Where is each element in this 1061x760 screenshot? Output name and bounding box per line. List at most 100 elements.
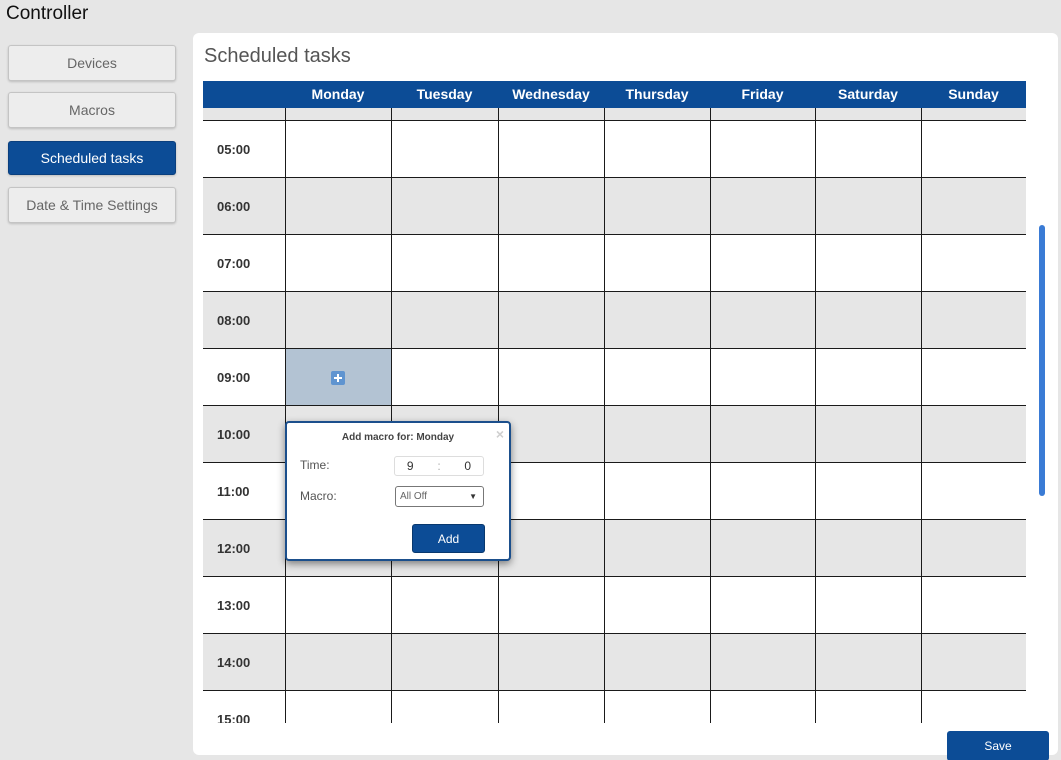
schedule-cell-tuesday[interactable]	[391, 691, 498, 723]
schedule-cell-wednesday[interactable]	[498, 577, 604, 633]
schedule-cell-wednesday[interactable]	[498, 349, 604, 405]
schedule-cell-wednesday[interactable]	[498, 121, 604, 177]
schedule-cell-sunday[interactable]	[921, 121, 1026, 177]
schedule-cell-wednesday[interactable]	[498, 406, 604, 462]
plus-icon[interactable]	[331, 371, 345, 385]
schedule-cell-saturday[interactable]	[815, 121, 921, 177]
schedule-cell-saturday[interactable]	[815, 292, 921, 348]
schedule-cell-sunday[interactable]	[921, 406, 1026, 462]
schedule-cell-thursday[interactable]	[604, 520, 710, 576]
schedule-cell-saturday[interactable]	[815, 520, 921, 576]
schedule-cell-tuesday[interactable]	[391, 577, 498, 633]
schedule-cell-tuesday[interactable]	[391, 235, 498, 291]
schedule-cell-monday[interactable]	[285, 634, 391, 690]
day-header-monday: Monday	[311, 86, 365, 102]
schedule-cell-saturday[interactable]	[815, 235, 921, 291]
schedule-cell-sunday[interactable]	[921, 463, 1026, 519]
day-header-tuesday: Tuesday	[416, 86, 473, 102]
schedule-header: Monday Tuesday Wednesday Thursday Friday…	[203, 81, 1026, 108]
chevron-down-icon: ▼	[469, 492, 477, 501]
schedule-cell-thursday[interactable]	[604, 634, 710, 690]
schedule-cell-sunday[interactable]	[921, 349, 1026, 405]
schedule-cell-monday[interactable]	[285, 235, 391, 291]
hour-label: 07:00	[217, 256, 251, 271]
schedule-cell-saturday[interactable]	[815, 634, 921, 690]
schedule-cell-tuesday[interactable]	[391, 178, 498, 234]
schedule-cell-saturday[interactable]	[815, 577, 921, 633]
schedule-cell-wednesday[interactable]	[498, 292, 604, 348]
schedule-cell-sunday[interactable]	[921, 691, 1026, 723]
schedule-row: 13:00	[203, 577, 1026, 634]
schedule-cell-tuesday[interactable]	[391, 121, 498, 177]
hour-label: 13:00	[217, 598, 251, 613]
schedule-cell-monday[interactable]	[285, 178, 391, 234]
schedule-cell-friday[interactable]	[710, 349, 815, 405]
schedule-cell-friday[interactable]	[710, 520, 815, 576]
schedule-cell-saturday[interactable]	[815, 463, 921, 519]
schedule-cell-thursday[interactable]	[604, 292, 710, 348]
scrollbar-thumb[interactable]	[1039, 225, 1045, 496]
schedule-cell-wednesday[interactable]	[498, 520, 604, 576]
schedule-cell-saturday[interactable]	[815, 691, 921, 723]
schedule-cell-thursday[interactable]	[604, 463, 710, 519]
schedule-cell-thursday[interactable]	[604, 178, 710, 234]
schedule-cell-friday[interactable]	[710, 178, 815, 234]
schedule-cell-sunday[interactable]	[921, 634, 1026, 690]
time-input: 9 : 0	[394, 456, 484, 476]
schedule-cell-friday[interactable]	[710, 406, 815, 462]
schedule-cell-friday[interactable]	[710, 292, 815, 348]
hour-field[interactable]: 9	[407, 459, 414, 473]
nav-macros-button[interactable]: Macros	[8, 92, 176, 128]
schedule-cell-sunday[interactable]	[921, 292, 1026, 348]
schedule-cell-friday[interactable]	[710, 235, 815, 291]
schedule-cell-thursday[interactable]	[604, 235, 710, 291]
schedule-cell-wednesday[interactable]	[498, 463, 604, 519]
schedule-cell-friday[interactable]	[710, 463, 815, 519]
minute-field[interactable]: 0	[464, 459, 471, 473]
schedule-cell-friday[interactable]	[710, 691, 815, 723]
close-icon[interactable]: ×	[496, 426, 504, 442]
time-separator: :	[437, 459, 441, 473]
schedule-cell-thursday[interactable]	[604, 406, 710, 462]
hour-label: 06:00	[217, 199, 251, 214]
schedule-cell-thursday[interactable]	[604, 577, 710, 633]
nav-date-time-settings-button[interactable]: Date & Time Settings	[8, 187, 176, 223]
schedule-cell-sunday[interactable]	[921, 235, 1026, 291]
schedule-cell-monday[interactable]	[285, 577, 391, 633]
nav-scheduled-tasks-button[interactable]: Scheduled tasks	[8, 141, 176, 175]
schedule-cell-saturday[interactable]	[815, 406, 921, 462]
schedule-grid: Monday Tuesday Wednesday Thursday Friday…	[203, 81, 1026, 723]
hour-label: 12:00	[217, 541, 251, 556]
day-header-thursday: Thursday	[625, 86, 689, 102]
schedule-cell-tuesday[interactable]	[391, 292, 498, 348]
schedule-cell-monday[interactable]	[285, 121, 391, 177]
schedule-cell-wednesday[interactable]	[498, 634, 604, 690]
day-header-sunday: Sunday	[948, 86, 999, 102]
schedule-cell-friday[interactable]	[710, 577, 815, 633]
schedule-cell-saturday[interactable]	[815, 178, 921, 234]
schedule-cell-monday[interactable]	[285, 691, 391, 723]
nav-devices-button[interactable]: Devices	[8, 45, 176, 81]
hour-label: 05:00	[217, 142, 251, 157]
schedule-cell-tuesday[interactable]	[391, 634, 498, 690]
schedule-cell-wednesday[interactable]	[498, 178, 604, 234]
schedule-cell-tuesday[interactable]	[391, 349, 498, 405]
schedule-cell-wednesday[interactable]	[498, 691, 604, 723]
schedule-cell-saturday[interactable]	[815, 349, 921, 405]
schedule-cell-monday[interactable]	[285, 349, 391, 405]
macro-select[interactable]: All Off ▼	[395, 486, 484, 507]
schedule-cell-thursday[interactable]	[604, 691, 710, 723]
schedule-cell-thursday[interactable]	[604, 121, 710, 177]
add-button[interactable]: Add	[412, 524, 485, 553]
schedule-cell-thursday[interactable]	[604, 349, 710, 405]
macro-label: Macro:	[300, 489, 337, 503]
schedule-cell-friday[interactable]	[710, 121, 815, 177]
schedule-cell-sunday[interactable]	[921, 520, 1026, 576]
schedule-row: 07:00	[203, 235, 1026, 292]
schedule-cell-sunday[interactable]	[921, 577, 1026, 633]
schedule-cell-monday[interactable]	[285, 292, 391, 348]
schedule-cell-friday[interactable]	[710, 634, 815, 690]
schedule-cell-wednesday[interactable]	[498, 235, 604, 291]
schedule-cell-sunday[interactable]	[921, 178, 1026, 234]
save-button[interactable]: Save	[947, 731, 1049, 760]
